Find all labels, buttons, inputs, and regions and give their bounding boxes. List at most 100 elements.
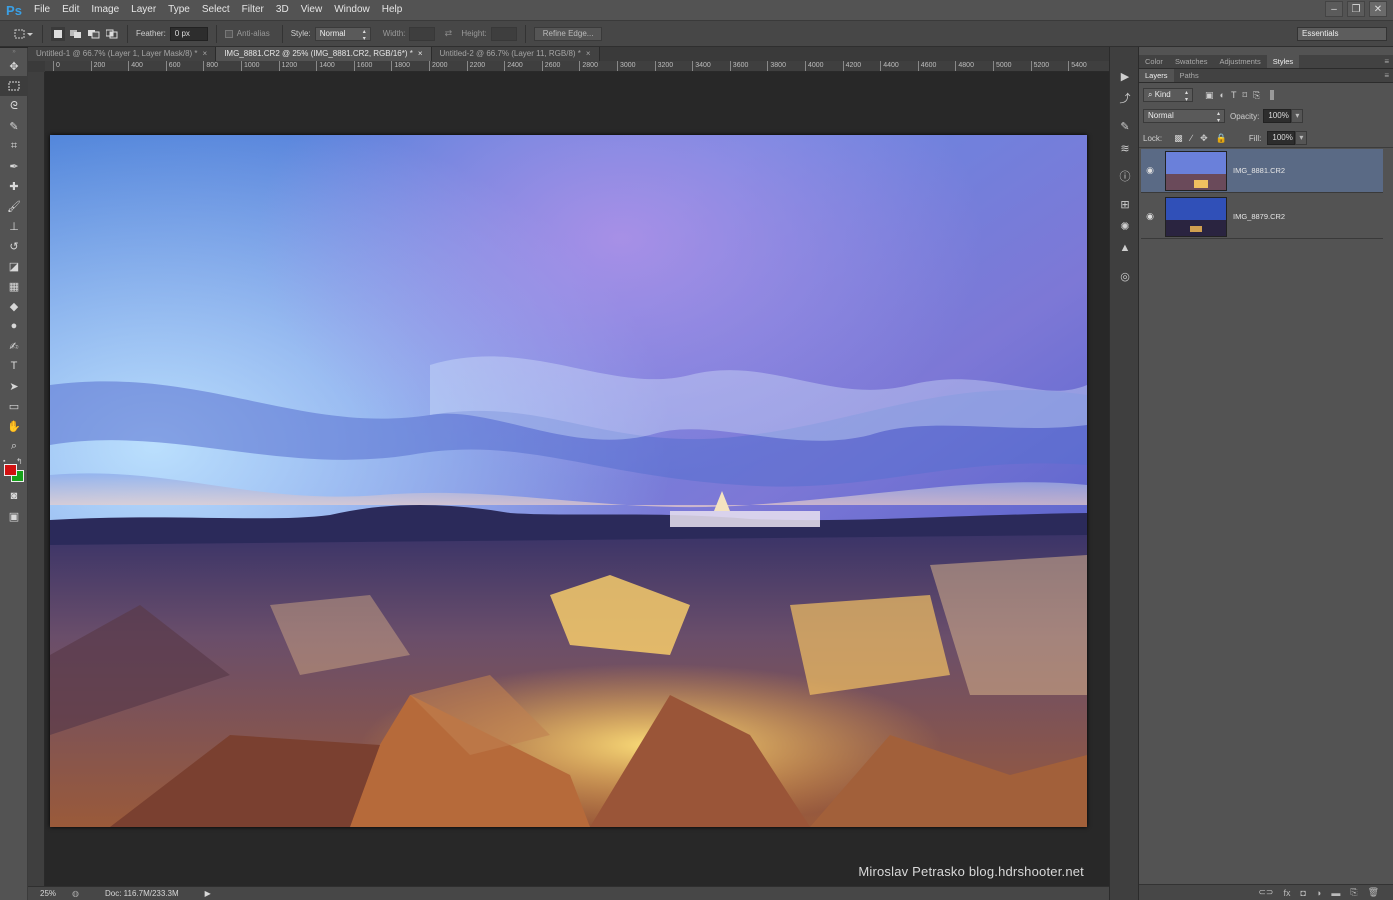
- type-filter-icon[interactable]: T: [1231, 90, 1237, 100]
- rectangular-marquee-icon[interactable]: [0, 76, 28, 96]
- eyedropper-icon[interactable]: ✒: [0, 156, 28, 176]
- foreground-color-swatch[interactable]: [4, 464, 17, 476]
- close-button[interactable]: ✕: [1369, 1, 1387, 17]
- swap-icon[interactable]: ⇄: [441, 27, 455, 41]
- panel-menu-icon[interactable]: ≡: [1384, 55, 1389, 68]
- refine-edge-button[interactable]: Refine Edge...: [533, 26, 603, 41]
- screen-mode-icon[interactable]: ▣: [0, 506, 28, 526]
- quick-mask-icon[interactable]: ◙: [0, 486, 28, 506]
- new-layer-icon[interactable]: ⎘: [1350, 887, 1357, 898]
- feather-input[interactable]: 0 px: [169, 26, 208, 41]
- new-group-icon[interactable]: ▬: [1331, 888, 1340, 898]
- brush-presets-icon[interactable]: ✎: [1110, 115, 1140, 137]
- play-actions-icon[interactable]: ▶: [1110, 65, 1140, 87]
- healing-brush-icon[interactable]: ✚: [0, 176, 28, 196]
- tab-color[interactable]: Color: [1139, 55, 1169, 68]
- 3d-icon[interactable]: ◎: [1110, 265, 1140, 287]
- tab-close-icon[interactable]: ×: [586, 49, 591, 58]
- height-input[interactable]: [490, 26, 517, 41]
- add-mask-icon[interactable]: ◘: [1300, 888, 1305, 898]
- visibility-eye-icon[interactable]: ◉: [1141, 165, 1159, 176]
- menu-view[interactable]: View: [295, 0, 329, 20]
- menu-file[interactable]: File: [28, 0, 56, 20]
- clone-stamp-icon[interactable]: ⊥: [0, 216, 28, 236]
- menu-edit[interactable]: Edit: [56, 0, 85, 20]
- lock-paint-icon[interactable]: ∕: [1191, 133, 1193, 143]
- subtract-selection-icon[interactable]: [87, 27, 101, 41]
- delete-layer-icon[interactable]: 🗑: [1368, 887, 1379, 898]
- tab-adjustments[interactable]: Adjustments: [1213, 55, 1266, 68]
- horizontal-ruler[interactable]: 0 200 400 600 800 1000 1200 1400 1600 1800 2000 220…: [45, 61, 1109, 72]
- hand-tool-icon[interactable]: ✋: [0, 416, 28, 436]
- path-selection-icon[interactable]: ➤: [0, 376, 28, 396]
- minimize-button[interactable]: –: [1325, 1, 1343, 17]
- menu-window[interactable]: Window: [328, 0, 376, 20]
- visibility-eye-icon[interactable]: ◉: [1141, 211, 1159, 222]
- layer-row[interactable]: ◉ IMG_8881.CR2: [1141, 149, 1383, 193]
- dodge-tool-icon[interactable]: ●: [0, 316, 28, 336]
- history-brush-icon[interactable]: ↺: [0, 236, 28, 256]
- filter-toggle-icon[interactable]: [1270, 90, 1275, 100]
- properties-icon[interactable]: ⊞: [1110, 193, 1140, 215]
- eraser-tool-icon[interactable]: ◪: [0, 256, 28, 276]
- adjustment-filter-icon[interactable]: ◐: [1220, 90, 1225, 100]
- lock-position-icon[interactable]: ✥: [1200, 133, 1208, 144]
- workspace-select[interactable]: Essentials: [1297, 27, 1387, 41]
- status-icon[interactable]: ◍: [72, 889, 79, 898]
- rectangle-tool-icon[interactable]: ▭: [0, 396, 28, 416]
- history-icon[interactable]: ⤴: [1110, 87, 1140, 109]
- brush-tool-icon[interactable]: 🖌: [0, 196, 28, 216]
- fill-dropdown-icon[interactable]: ▾: [1295, 131, 1308, 145]
- collapse-icon[interactable]: »: [0, 48, 28, 56]
- tab-close-icon[interactable]: ×: [418, 49, 423, 58]
- menu-layer[interactable]: Layer: [125, 0, 162, 20]
- panel-menu-icon[interactable]: ≡: [1384, 69, 1389, 82]
- move-tool-icon[interactable]: ✥: [0, 56, 28, 76]
- swap-colors-icon[interactable]: ↰: [16, 457, 23, 466]
- smart-object-filter-icon[interactable]: ⎘: [1253, 90, 1260, 101]
- menu-select[interactable]: Select: [196, 0, 236, 20]
- blend-mode-select[interactable]: Normal: [1143, 109, 1225, 124]
- blur-tool-icon[interactable]: ◆: [0, 296, 28, 316]
- pixel-filter-icon[interactable]: ▣: [1205, 90, 1214, 101]
- tab-styles[interactable]: Styles: [1266, 55, 1300, 68]
- zoom-level[interactable]: 25%: [40, 889, 56, 898]
- tab-swatches[interactable]: Swatches: [1169, 55, 1214, 68]
- style-select[interactable]: Normal: [314, 26, 371, 42]
- status-menu-arrow-icon[interactable]: ▶: [205, 889, 211, 898]
- quick-selection-icon[interactable]: ✎: [0, 116, 28, 136]
- opacity-dropdown-icon[interactable]: ▾: [1291, 109, 1304, 123]
- tab-untitled-2[interactable]: Untitled-2 @ 66.7% (Layer 11, RGB/8) * ×: [431, 47, 600, 61]
- shape-filter-icon[interactable]: ⌑: [1242, 90, 1247, 101]
- crop-tool-icon[interactable]: ⌗: [0, 136, 28, 156]
- menu-help[interactable]: Help: [376, 0, 409, 20]
- kind-filter-select[interactable]: ⌕ Kind: [1143, 88, 1193, 103]
- link-layers-icon[interactable]: ⊂⊃: [1258, 887, 1273, 898]
- add-selection-icon[interactable]: [69, 27, 83, 41]
- document-image[interactable]: [50, 135, 1087, 827]
- width-input[interactable]: [409, 26, 436, 41]
- new-selection-icon[interactable]: [51, 26, 65, 41]
- lock-all-icon[interactable]: 🔒: [1216, 133, 1227, 144]
- canvas-area[interactable]: Miroslav Petrasko blog.hdrshooter.net: [45, 72, 1109, 886]
- tab-layers[interactable]: Layers: [1139, 69, 1174, 82]
- pen-tool-icon[interactable]: ✍: [0, 336, 28, 356]
- intersect-selection-icon[interactable]: [105, 27, 119, 41]
- info-icon[interactable]: ⓘ: [1110, 165, 1140, 187]
- type-tool-icon[interactable]: T: [0, 356, 28, 376]
- menu-filter[interactable]: Filter: [236, 0, 270, 20]
- zoom-tool-icon[interactable]: ⌕: [0, 436, 28, 456]
- lasso-tool-icon[interactable]: ᘓ: [0, 96, 28, 116]
- restore-button[interactable]: ❐: [1347, 1, 1365, 17]
- ruler-corner[interactable]: [28, 61, 45, 72]
- tab-untitled-1[interactable]: Untitled-1 @ 66.7% (Layer 1, Layer Mask/…: [28, 47, 217, 61]
- tab-img-8881[interactable]: IMG_8881.CR2 @ 25% (IMG_8881.CR2, RGB/16…: [216, 47, 432, 61]
- brush-icon[interactable]: ≋: [1110, 137, 1140, 159]
- histogram-icon[interactable]: ▲: [1110, 237, 1140, 259]
- tab-paths[interactable]: Paths: [1174, 69, 1205, 82]
- fill-input[interactable]: 100%: [1267, 131, 1296, 145]
- marquee-preset-icon[interactable]: [12, 27, 34, 41]
- menu-type[interactable]: Type: [162, 0, 196, 20]
- gradient-tool-icon[interactable]: ▦: [0, 276, 28, 296]
- adjustment-layer-icon[interactable]: ◑: [1316, 888, 1321, 898]
